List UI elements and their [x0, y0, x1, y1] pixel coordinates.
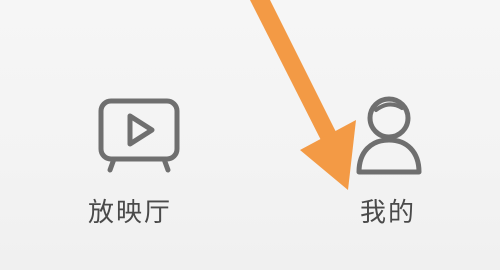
tab-cinema[interactable]: 放映厅 — [80, 90, 200, 240]
person-icon — [356, 96, 422, 175]
tab-mine[interactable]: 我的 — [340, 90, 450, 240]
tv-play-icon — [98, 98, 180, 173]
tab-mine-label: 我的 — [360, 198, 417, 228]
tab-cinema-label: 放映厅 — [88, 198, 173, 228]
app-screen: 放映厅 我的 — [0, 0, 500, 270]
